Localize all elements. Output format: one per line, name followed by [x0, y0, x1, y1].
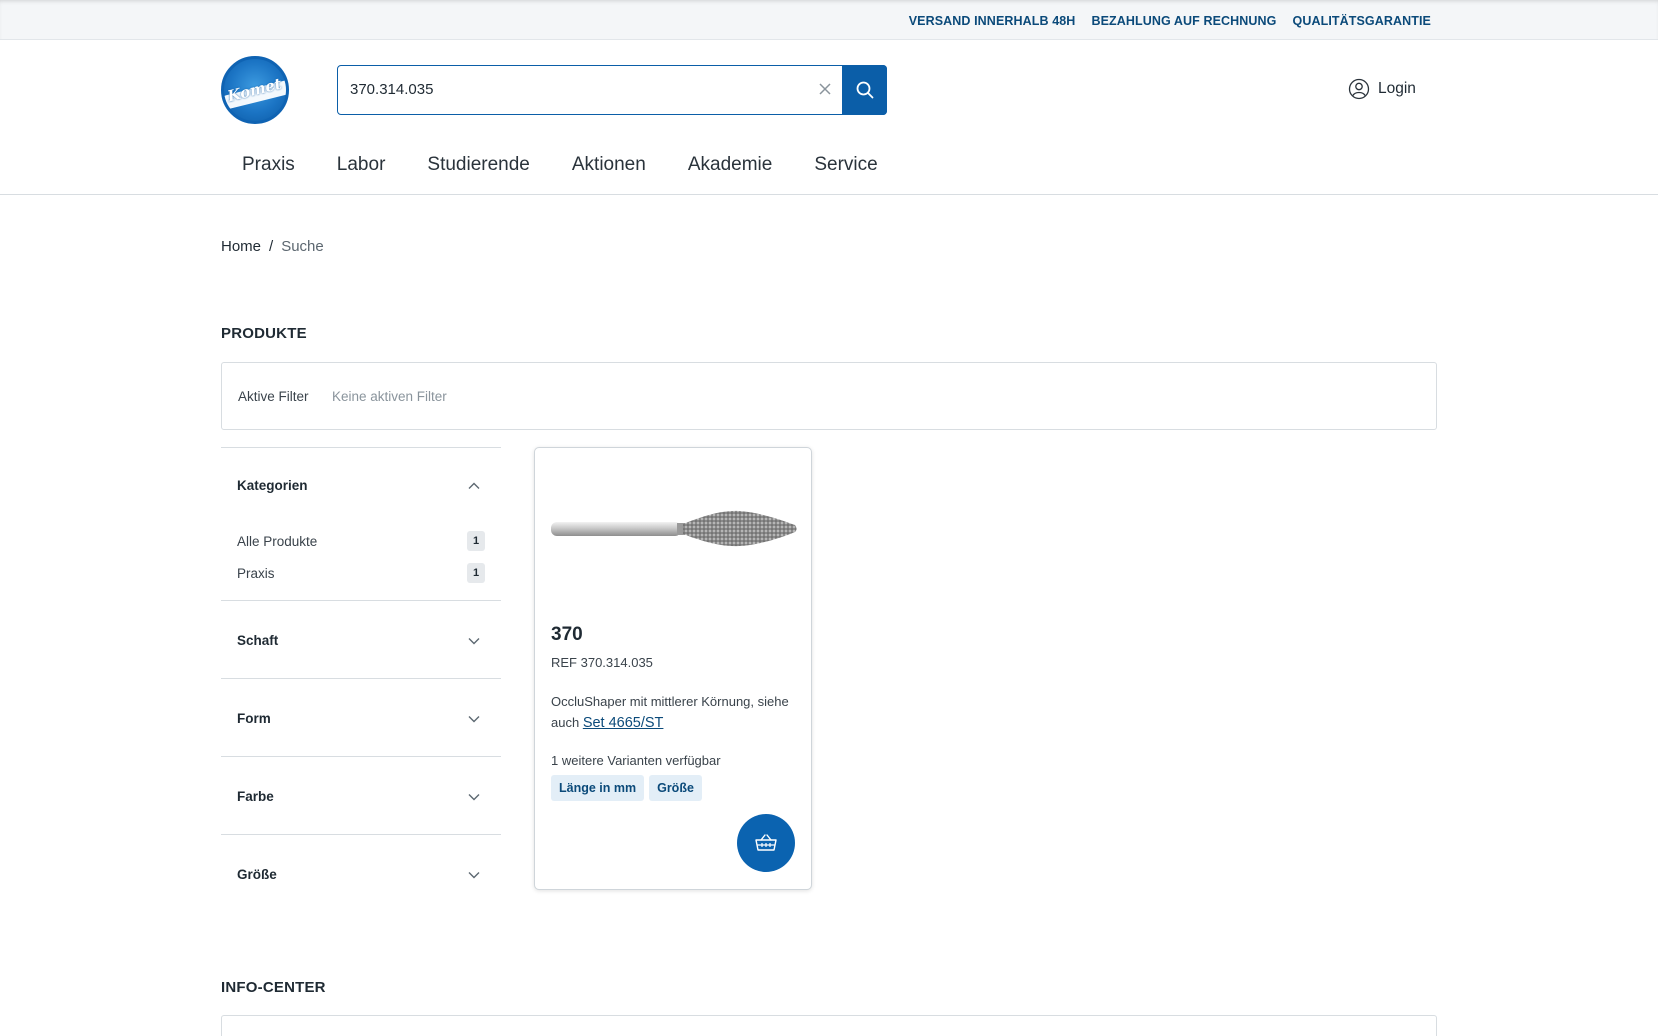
category-label: Praxis	[237, 566, 275, 581]
nav-item-akademie[interactable]: Akademie	[688, 154, 773, 176]
category-praxis[interactable]: Praxis 1	[237, 563, 485, 583]
facet-schaft[interactable]: Schaft	[221, 600, 501, 678]
category-alle-produkte[interactable]: Alle Produkte 1	[237, 531, 485, 551]
products-heading: PRODUKTE	[221, 325, 307, 342]
active-filter-box: Aktive Filter Keine aktiven Filter	[221, 362, 1437, 430]
active-filter-label: Aktive Filter	[238, 389, 309, 404]
category-label: Alle Produkte	[237, 534, 318, 549]
chevron-down-icon[interactable]	[467, 712, 481, 726]
nav-item-praxis[interactable]: Praxis	[242, 154, 295, 176]
breadcrumb-home[interactable]: Home	[221, 238, 261, 255]
product-image	[551, 510, 797, 547]
main-nav: Praxis Labor Studierende Aktionen Akadem…	[242, 154, 920, 176]
chevron-down-icon[interactable]	[467, 634, 481, 648]
nav-divider	[0, 194, 1658, 195]
login-label: Login	[1378, 80, 1416, 97]
close-icon[interactable]	[815, 80, 835, 100]
search-bar	[337, 65, 887, 115]
usp-links: VERSAND INNERHALB 48H BEZAHLUNG AUF RECH…	[909, 14, 1431, 28]
brand-logo[interactable]: Komet	[221, 56, 289, 124]
breadcrumb-separator: /	[269, 238, 274, 255]
tag-groesse[interactable]: Größe	[649, 775, 702, 801]
facet-kategorien: Kategorien Alle Produkte 1 Praxis 1	[221, 447, 501, 601]
usp-invoice: BEZAHLUNG AUF RECHNUNG	[1091, 14, 1277, 28]
category-count: 1	[467, 563, 485, 583]
facet-kategorien-title[interactable]: Kategorien	[237, 478, 308, 493]
product-title: 370	[551, 624, 583, 645]
facet-farbe-title: Farbe	[237, 789, 274, 804]
usp-quality: QUALITÄTSGARANTIE	[1292, 14, 1431, 28]
login-button[interactable]: Login	[1348, 78, 1416, 100]
search-input[interactable]	[350, 66, 790, 113]
nav-item-aktionen[interactable]: Aktionen	[572, 154, 646, 176]
facet-form-title: Form	[237, 711, 271, 726]
nav-item-studierende[interactable]: Studierende	[427, 154, 529, 176]
category-count: 1	[467, 531, 485, 551]
add-to-cart-button[interactable]	[737, 814, 795, 872]
nav-item-labor[interactable]: Labor	[337, 154, 386, 176]
variants-info: 1 weitere Varianten verfügbar	[551, 753, 721, 768]
active-filter-value: Keine aktiven Filter	[332, 389, 447, 404]
search-icon	[856, 81, 873, 99]
chevron-down-icon[interactable]	[467, 790, 481, 804]
search-button[interactable]	[842, 65, 887, 115]
breadcrumb-current: Suche	[281, 238, 324, 255]
info-center-box	[221, 1015, 1437, 1036]
info-center-heading: INFO-CENTER	[221, 979, 326, 996]
chevron-up-icon[interactable]	[467, 479, 481, 493]
facet-form[interactable]: Form	[221, 678, 501, 756]
basket-icon	[755, 834, 777, 851]
usp-shipping: VERSAND INNERHALB 48H	[908, 14, 1076, 28]
product-card[interactable]: 370 REF 370.314.035 OccluShaper mit mitt…	[534, 447, 812, 890]
breadcrumb: Home / Suche	[221, 238, 324, 255]
product-ref: REF 370.314.035	[551, 655, 653, 670]
facet-groesse-title: Größe	[237, 867, 277, 882]
nav-item-service[interactable]: Service	[814, 154, 877, 176]
tag-laenge[interactable]: Länge in mm	[551, 775, 645, 801]
top-utility-bar: VERSAND INNERHALB 48H BEZAHLUNG AUF RECH…	[0, 0, 1658, 40]
user-icon	[1348, 78, 1370, 100]
facet-farbe[interactable]: Farbe	[221, 756, 501, 834]
facet-schaft-title: Schaft	[237, 633, 279, 648]
facet-groesse[interactable]: Größe	[221, 834, 501, 912]
set-link[interactable]: Set 4665/ST	[583, 715, 664, 731]
chevron-down-icon[interactable]	[467, 868, 481, 882]
product-description: OccluShaper mit mittlerer Körnung, siehe…	[551, 691, 801, 734]
variant-tags: Länge in mm Größe	[551, 775, 702, 801]
